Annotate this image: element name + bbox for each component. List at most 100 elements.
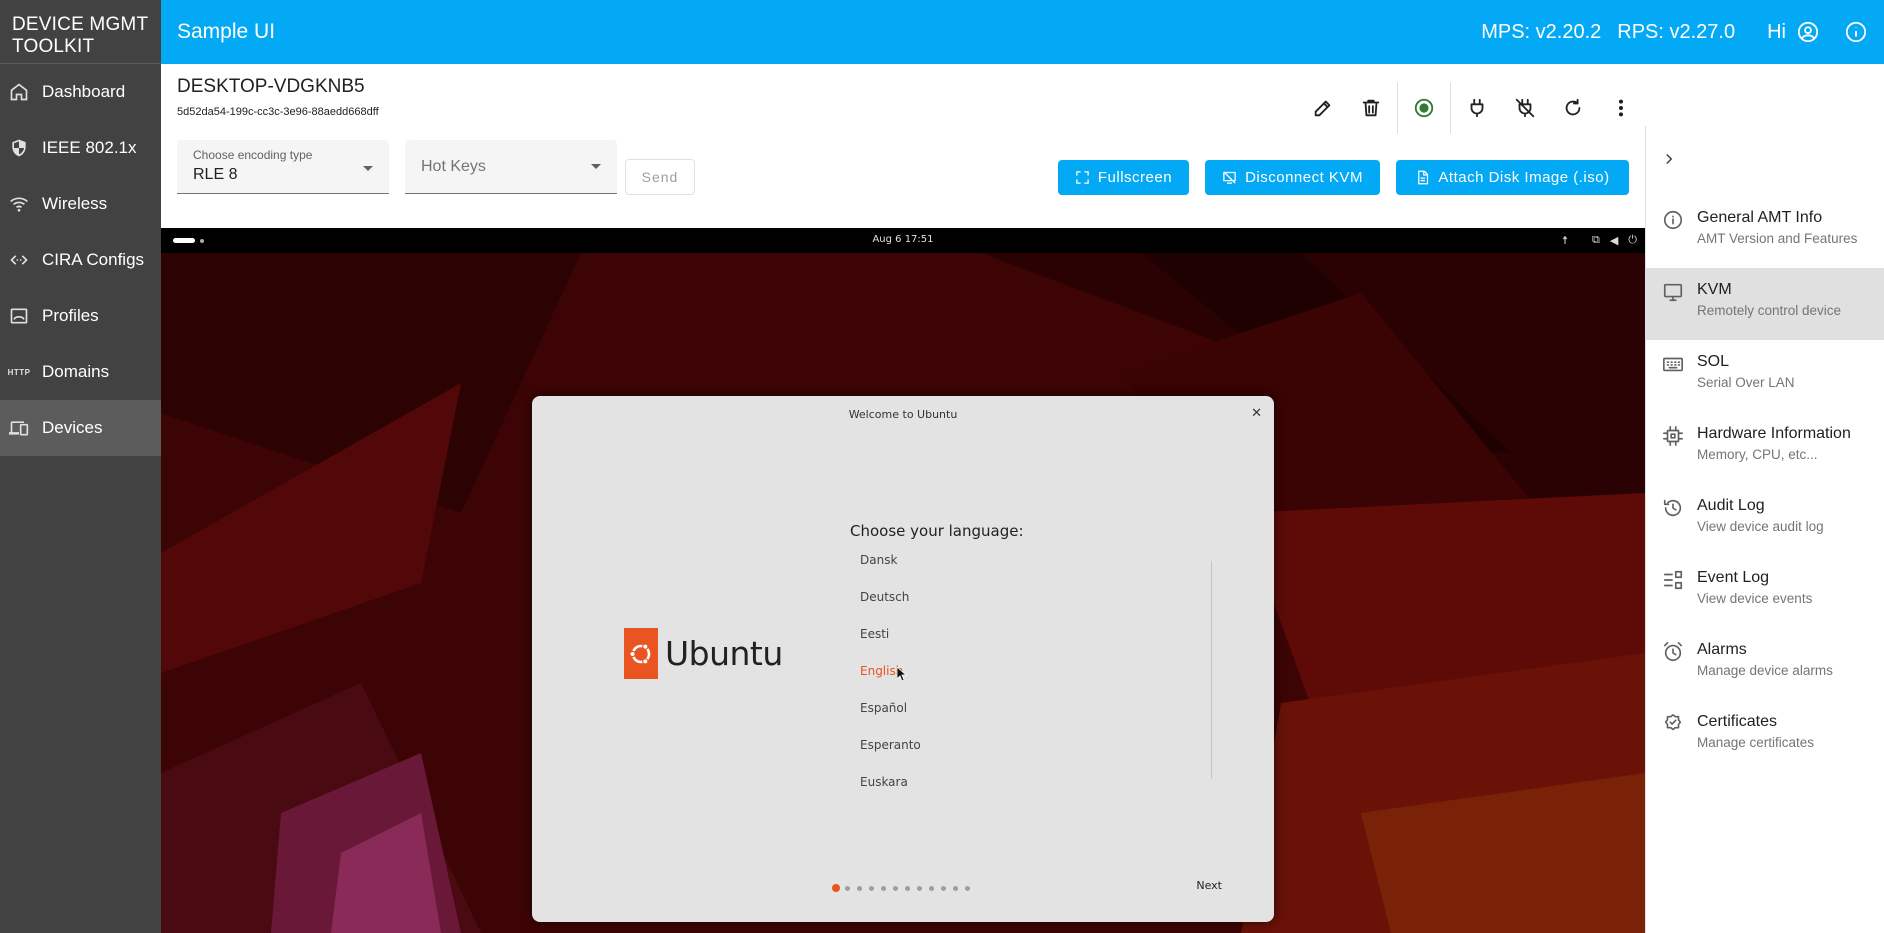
chip-icon bbox=[1662, 425, 1686, 449]
step-dot bbox=[845, 885, 850, 891]
more-options-button[interactable] bbox=[1597, 91, 1645, 125]
edit-button[interactable] bbox=[1299, 91, 1347, 125]
panel-item-sol[interactable]: SOL Serial Over LAN bbox=[1646, 340, 1884, 412]
encoding-select[interactable]: Choose encoding type RLE 8 bbox=[177, 140, 389, 194]
hotkeys-placeholder: Hot Keys bbox=[421, 158, 486, 175]
disconnect-label: Disconnect KVM bbox=[1245, 169, 1363, 186]
account-icon[interactable] bbox=[1796, 20, 1820, 44]
step-dot bbox=[917, 885, 922, 891]
power-state-icon bbox=[1414, 98, 1434, 118]
plug-icon bbox=[1470, 98, 1484, 118]
device-actions bbox=[1299, 82, 1645, 134]
ubuntu-logo: Ubuntu bbox=[624, 628, 783, 679]
device-feature-list: General AMT Info AMT Version and Feature… bbox=[1646, 196, 1884, 772]
sidebar-item-domains[interactable]: HTTP Domains bbox=[0, 344, 161, 400]
brand-line-1: DEVICE MGMT bbox=[12, 14, 149, 35]
disconnect-kvm-button[interactable]: Disconnect KVM bbox=[1205, 160, 1380, 195]
sidebar-item-dashboard[interactable]: Dashboard bbox=[0, 64, 161, 120]
certificate-icon bbox=[1662, 713, 1686, 737]
language-option[interactable]: Deutsch bbox=[860, 590, 1146, 627]
sidebar-item-label: Devices bbox=[42, 418, 103, 437]
remote-clock: Aug 6 17:51 bbox=[872, 234, 934, 245]
history-icon bbox=[1662, 497, 1686, 521]
sidebar-item-profiles[interactable]: Profiles bbox=[0, 288, 161, 344]
top-bar-right: MPS: v2.20.2 RPS: v2.27.0 Hi bbox=[1481, 20, 1884, 44]
step-dot bbox=[905, 885, 910, 891]
send-hotkey-button[interactable]: Send bbox=[625, 159, 695, 195]
panel-item-general-amt-info[interactable]: General AMT Info AMT Version and Feature… bbox=[1646, 196, 1884, 268]
panel-item-subtitle: View device audit log bbox=[1697, 519, 1824, 534]
reset-button[interactable] bbox=[1549, 91, 1597, 125]
device-name: DESKTOP-VDGKNB5 bbox=[177, 76, 365, 97]
app-root: DEVICE MGMT TOOLKIT Dashboard IEEE 802.1… bbox=[0, 0, 1884, 933]
remote-system-tray: ☨ ⧉ ◀ ⏻ bbox=[1552, 233, 1637, 247]
power-state-button[interactable] bbox=[1400, 91, 1448, 125]
sidebar-item-devices[interactable]: Devices bbox=[0, 400, 161, 456]
step-dot bbox=[869, 885, 874, 891]
sidebar-item-label: Dashboard bbox=[42, 82, 126, 101]
next-button[interactable]: Next bbox=[1196, 879, 1222, 892]
info-icon bbox=[1662, 209, 1686, 233]
close-icon[interactable]: ✕ bbox=[1251, 406, 1262, 421]
divider bbox=[1397, 82, 1398, 134]
desktop-off-icon bbox=[1223, 171, 1236, 184]
sidebar-item-label: Domains bbox=[42, 362, 110, 381]
language-option[interactable]: Español bbox=[860, 701, 1146, 738]
brand-line-2: TOOLKIT bbox=[12, 36, 95, 57]
panel-item-kvm[interactable]: KVM Remotely control device bbox=[1646, 268, 1884, 340]
sidebar-nav: Dashboard IEEE 802.1x Wireless CIRA Conf… bbox=[0, 64, 161, 456]
panel-item-event-log[interactable]: Event Log View device events bbox=[1646, 556, 1884, 628]
file-icon bbox=[1418, 170, 1429, 185]
hotkeys-select[interactable]: Hot Keys bbox=[405, 140, 617, 194]
language-option[interactable]: Dansk bbox=[860, 553, 1146, 590]
fullscreen-label: Fullscreen bbox=[1097, 169, 1173, 186]
language-option[interactable]: Eesti bbox=[860, 627, 1146, 664]
power-on-button[interactable] bbox=[1453, 91, 1501, 125]
remote-top-bar: Aug 6 17:51 ☨ ⧉ ◀ ⏻ bbox=[161, 228, 1645, 253]
rps-version: RPS: v2.27.0 bbox=[1617, 20, 1736, 43]
ubuntu-installer-window: Welcome to Ubuntu ✕ Ubuntu Choose your l… bbox=[532, 396, 1274, 922]
panel-item-subtitle: Remotely control device bbox=[1697, 303, 1842, 318]
ubuntu-circle-of-friends-icon bbox=[624, 628, 658, 679]
chevron-right-icon[interactable] bbox=[1660, 150, 1680, 170]
fullscreen-button[interactable]: Fullscreen bbox=[1058, 160, 1189, 195]
panel-item-subtitle: Serial Over LAN bbox=[1697, 375, 1795, 390]
step-dot bbox=[941, 885, 946, 891]
sidebar-item-wireless[interactable]: Wireless bbox=[0, 176, 161, 232]
wifi-icon bbox=[8, 193, 30, 215]
sidebar-item-cira-configs[interactable]: CIRA Configs bbox=[0, 232, 161, 288]
accessibility-icon: ☨ bbox=[1561, 233, 1568, 247]
window-title: Welcome to Ubuntu bbox=[848, 408, 958, 421]
step-dot bbox=[893, 885, 898, 891]
panel-item-title: Audit Log bbox=[1697, 497, 1765, 514]
step-dot bbox=[857, 885, 862, 891]
top-app-bar: Sample UI MPS: v2.20.2 RPS: v2.27.0 Hi bbox=[161, 0, 1884, 64]
language-option[interactable]: Esperanto bbox=[860, 738, 1146, 775]
panel-item-subtitle: Manage certificates bbox=[1697, 735, 1815, 750]
language-list-scrollbar[interactable] bbox=[1211, 561, 1212, 779]
about-info-icon[interactable] bbox=[1844, 20, 1868, 44]
more-vert-icon bbox=[1618, 99, 1624, 117]
step-dot bbox=[929, 885, 934, 891]
power-off-button[interactable] bbox=[1501, 91, 1549, 125]
panel-item-hardware-information[interactable]: Hardware Information Memory, CPU, etc... bbox=[1646, 412, 1884, 484]
sidebar-item-ieee[interactable]: IEEE 802.1x bbox=[0, 120, 161, 176]
panel-item-alarms[interactable]: Alarms Manage device alarms bbox=[1646, 628, 1884, 700]
delete-button[interactable] bbox=[1347, 91, 1395, 125]
chevron-down-icon bbox=[591, 164, 601, 169]
step-dot bbox=[965, 885, 970, 891]
keyboard-icon bbox=[1662, 353, 1686, 377]
mps-version: MPS: v2.20.2 bbox=[1481, 20, 1602, 43]
language-option[interactable]: Euskara bbox=[860, 775, 1146, 786]
panel-item-subtitle: AMT Version and Features bbox=[1697, 231, 1858, 246]
attach-disk-image-button[interactable]: Attach Disk Image (.iso) bbox=[1396, 160, 1629, 195]
mouse-cursor-icon bbox=[897, 667, 907, 681]
panel-item-title: Alarms bbox=[1697, 641, 1747, 658]
step-dot bbox=[881, 885, 886, 891]
app-title: Sample UI bbox=[177, 20, 276, 43]
panel-item-title: KVM bbox=[1697, 281, 1732, 298]
ubuntu-wordmark: Ubuntu bbox=[665, 634, 783, 673]
kvm-remote-screen[interactable]: Aug 6 17:51 ☨ ⧉ ◀ ⏻ Welcome to Ubuntu ✕ … bbox=[161, 228, 1645, 933]
panel-item-audit-log[interactable]: Audit Log View device audit log bbox=[1646, 484, 1884, 556]
panel-item-certificates[interactable]: Certificates Manage certificates bbox=[1646, 700, 1884, 772]
